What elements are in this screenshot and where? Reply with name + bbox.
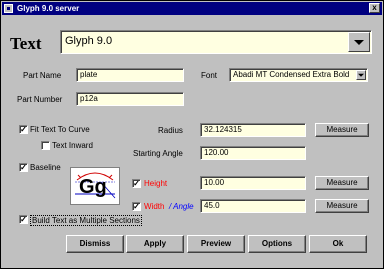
text-inward-label: Text Inward	[52, 141, 93, 150]
part-number-label: Part Number	[17, 95, 63, 104]
height-checkbox[interactable]: ✓	[132, 179, 141, 188]
fit-text-checkbox[interactable]: ✓	[19, 125, 28, 134]
radius-field[interactable]: 32.124315	[200, 123, 306, 137]
starting-angle-field[interactable]: 120.00	[200, 146, 306, 160]
fit-text-label: Fit Text To Curve	[30, 125, 90, 134]
width-field[interactable]: 45.0	[200, 199, 306, 213]
options-button[interactable]: Options	[248, 235, 306, 253]
text-input-value: Glyph 9.0	[65, 35, 113, 47]
build-multiple-checkbox[interactable]: ✓	[19, 215, 28, 224]
height-label: Height	[144, 179, 168, 188]
height-field[interactable]: 10.00	[200, 176, 306, 190]
apply-button[interactable]: Apply	[126, 235, 184, 253]
chevron-down-icon	[358, 73, 364, 77]
ok-button[interactable]: Ok	[309, 235, 367, 253]
chevron-down-icon	[354, 40, 364, 45]
preview-button[interactable]: Preview	[187, 235, 245, 253]
part-number-field[interactable]: p12a	[76, 92, 184, 106]
font-select-value: Abadi MT Condensed Extra Bold	[233, 70, 350, 79]
app-icon	[4, 4, 13, 13]
glyph-server-window: Glyph 9.0 server x Text Glyph 9.0 Part N…	[0, 0, 384, 269]
font-label: Font	[201, 71, 218, 80]
glyph-sample-text: Gg	[79, 176, 107, 198]
close-button[interactable]: x	[369, 3, 380, 13]
dismiss-button[interactable]: Dismiss	[66, 235, 124, 253]
text-dropdown-button[interactable]	[348, 32, 370, 52]
radius-measure-button[interactable]: Measure	[315, 123, 369, 137]
baseline-checkbox[interactable]: ✓	[19, 163, 28, 172]
font-dropdown-button[interactable]	[356, 70, 366, 80]
radius-label: Radius	[158, 126, 183, 135]
baseline-label: Baseline	[30, 163, 61, 172]
window-title: Glyph 9.0 server	[17, 4, 80, 13]
part-name-field[interactable]: plate	[76, 68, 184, 82]
text-input[interactable]: Glyph 9.0	[60, 30, 372, 54]
height-measure-button[interactable]: Measure	[315, 176, 369, 190]
text-label: Text	[10, 34, 42, 53]
title-bar[interactable]: Glyph 9.0 server x	[2, 2, 382, 15]
width-measure-button[interactable]: Measure	[315, 199, 369, 213]
build-multiple-label: Build Text as Multiple Sections	[30, 215, 142, 226]
part-name-label: Part Name	[23, 71, 62, 80]
text-inward-checkbox[interactable]	[41, 141, 50, 150]
starting-angle-label: Starting Angle	[133, 149, 183, 158]
angle-label: / Angle	[169, 202, 194, 211]
width-checkbox[interactable]: ✓	[132, 202, 141, 211]
glyph-diagram-icon: Gg	[70, 167, 120, 205]
width-label: Width	[144, 202, 165, 211]
font-select[interactable]: Abadi MT Condensed Extra Bold	[229, 68, 368, 82]
